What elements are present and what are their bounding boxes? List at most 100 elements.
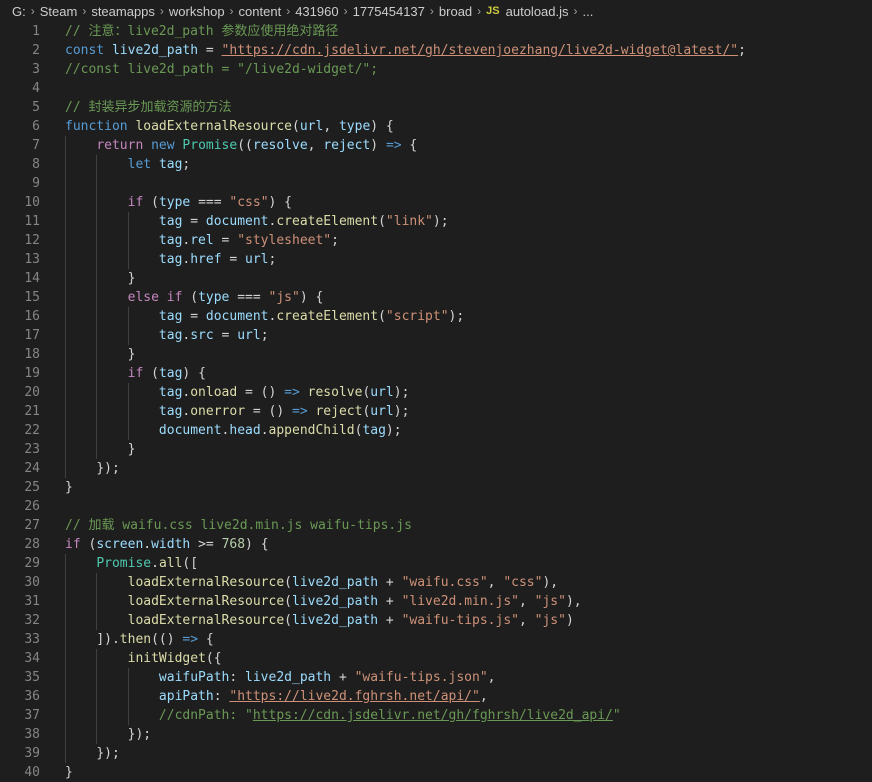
code-text: apiPath: "https://live2d.fghrsh.net/api/… [40,687,488,706]
breadcrumb-item[interactable]: Steam [40,4,78,19]
code-token: else [127,290,159,305]
code-line[interactable]: 1 // 注意：live2d_path 参数应使用绝对路径 [0,22,872,41]
indent-guide [65,250,66,269]
code-token: resolve [307,385,363,400]
code-token: = [213,233,238,248]
code-token: const [65,43,105,58]
code-line[interactable]: 17 tag.src = url; [0,326,872,345]
code-token: "js" [268,290,300,305]
code-line[interactable]: 14 } [0,269,872,288]
code-line[interactable]: 34 initWidget({ [0,649,872,668]
code-token: , [323,119,339,134]
code-token: tag [158,309,183,324]
code-line[interactable]: 8 let tag; [0,155,872,174]
code-token: = [221,252,246,267]
code-line[interactable]: 11 tag = document.createElement("link"); [0,212,872,231]
code-line[interactable]: 39 }); [0,744,872,763]
breadcrumb-item[interactable]: G: [12,4,26,19]
code-line[interactable]: 9 [0,174,872,193]
code-token: ( [80,537,97,552]
code-editor[interactable]: 1// 注意：live2d_path 参数应使用绝对路径 2 const live2… [0,22,872,782]
code-line[interactable]: 10 if (type === "css") { [0,193,872,212]
code-text: } [40,763,73,782]
indent-guide [96,611,98,630]
code-token: ; [738,43,746,58]
code-token: url [245,252,269,267]
indent-guide [65,307,66,326]
code-token: (() [151,632,183,647]
code-token: appendChild [268,423,355,438]
code-line[interactable]: 29 Promise.all([ [0,554,872,573]
code-line[interactable]: 18 } [0,345,872,364]
code-line[interactable]: 25} [0,478,872,497]
code-token: type [338,119,371,134]
code-token: ) [370,138,386,153]
breadcrumb-item[interactable]: 1775454137 [353,4,425,19]
code-line[interactable]: 20 tag.onload = () => resolve(url); [0,383,872,402]
code-line[interactable]: 36 apiPath: "https://live2d.fghrsh.net/a… [0,687,872,706]
indent-guide [127,250,129,269]
breadcrumb-item[interactable]: broad [439,4,472,19]
code-token: , [487,670,496,685]
code-line[interactable]: 5 // 封装异步加载资源的方法 [0,98,872,117]
code-line[interactable]: 35 waifuPath: live2d_path + "waifu-tips.… [0,668,872,687]
code-line[interactable]: 6 function loadExternalResource(url, type… [0,117,872,136]
code-line[interactable]: 33 ]).then(() => { [0,630,872,649]
indent-guide [65,649,66,668]
code-token: if [127,195,144,210]
code-line[interactable]: 22 document.head.appendChild(tag); [0,421,872,440]
code-line[interactable]: 3 //const live2d_path = "/live2d-widget/"… [0,60,872,79]
chevron-right-icon: › [477,4,482,18]
code-text: } [40,440,135,459]
code-text: }); [40,744,120,763]
breadcrumb-item[interactable]: steamapps [91,4,155,19]
code-line[interactable]: 38 }); [0,725,872,744]
code-line[interactable]: 32 loadExternalResource(live2d_path + "w… [0,611,872,630]
code-line[interactable]: 7 return new Promise((resolve, reject) =… [0,136,872,155]
code-line[interactable]: 40} [0,763,872,782]
line-number: 30 [24,575,40,590]
breadcrumb-item[interactable]: content [239,4,282,19]
code-line[interactable]: 24 }); [0,459,872,478]
code-line[interactable]: 4 [0,79,872,98]
line-number: 2 [32,43,40,58]
code-token: . [143,537,152,552]
code-line[interactable]: 12 tag.rel = "stylesheet"; [0,231,872,250]
code-line[interactable]: 2 const live2d_path = "https://cdn.jsdeli… [0,41,872,60]
code-line[interactable]: 37 //cdnPath: "https://cdn.jsdelivr.net/… [0,706,872,725]
code-text: initWidget({ [40,649,222,668]
code-token: + [378,594,402,609]
code-line[interactable]: 16 tag = document.createElement("script"… [0,307,872,326]
code-token: = [182,309,206,324]
line-number: 14 [24,271,40,286]
code-line[interactable]: 26 [0,497,872,516]
line-number: 27 [24,518,40,533]
breadcrumb-file[interactable]: JS autoload.js [486,4,568,19]
code-token: ( [284,613,292,628]
code-token: initWidget [127,651,206,666]
code-token: , [518,613,535,628]
code-line[interactable]: 30 loadExternalResource(live2d_path + "w… [0,573,872,592]
line-number: 32 [24,613,40,628]
code-token: + [378,613,402,628]
indent-guide [65,402,66,421]
code-line[interactable]: 19 if (tag) { [0,364,872,383]
breadcrumb-more[interactable]: ... [583,4,594,19]
code-line[interactable]: 21 tag.onerror = () => reject(url); [0,402,872,421]
code-token: ) { [268,195,293,210]
code-line[interactable]: 31 loadExternalResource(live2d_path + "l… [0,592,872,611]
code-line[interactable]: 15 else if (type === "js") { [0,288,872,307]
breadcrumb-item[interactable]: workshop [169,4,225,19]
code-line[interactable]: 23 } [0,440,872,459]
code-text: if (tag) { [40,364,206,383]
code-line[interactable]: 27 // 加载 waifu.css live2d.min.js waifu-ti… [0,516,872,535]
code-token: tag [158,157,183,172]
code-token: tag [362,423,386,438]
indent-guide [65,364,66,383]
code-line[interactable]: 28 if (screen.width >= 768) { [0,535,872,554]
breadcrumb-item[interactable]: 431960 [295,4,338,19]
indent-guide [96,307,98,326]
code-line[interactable]: 13 tag.href = url; [0,250,872,269]
